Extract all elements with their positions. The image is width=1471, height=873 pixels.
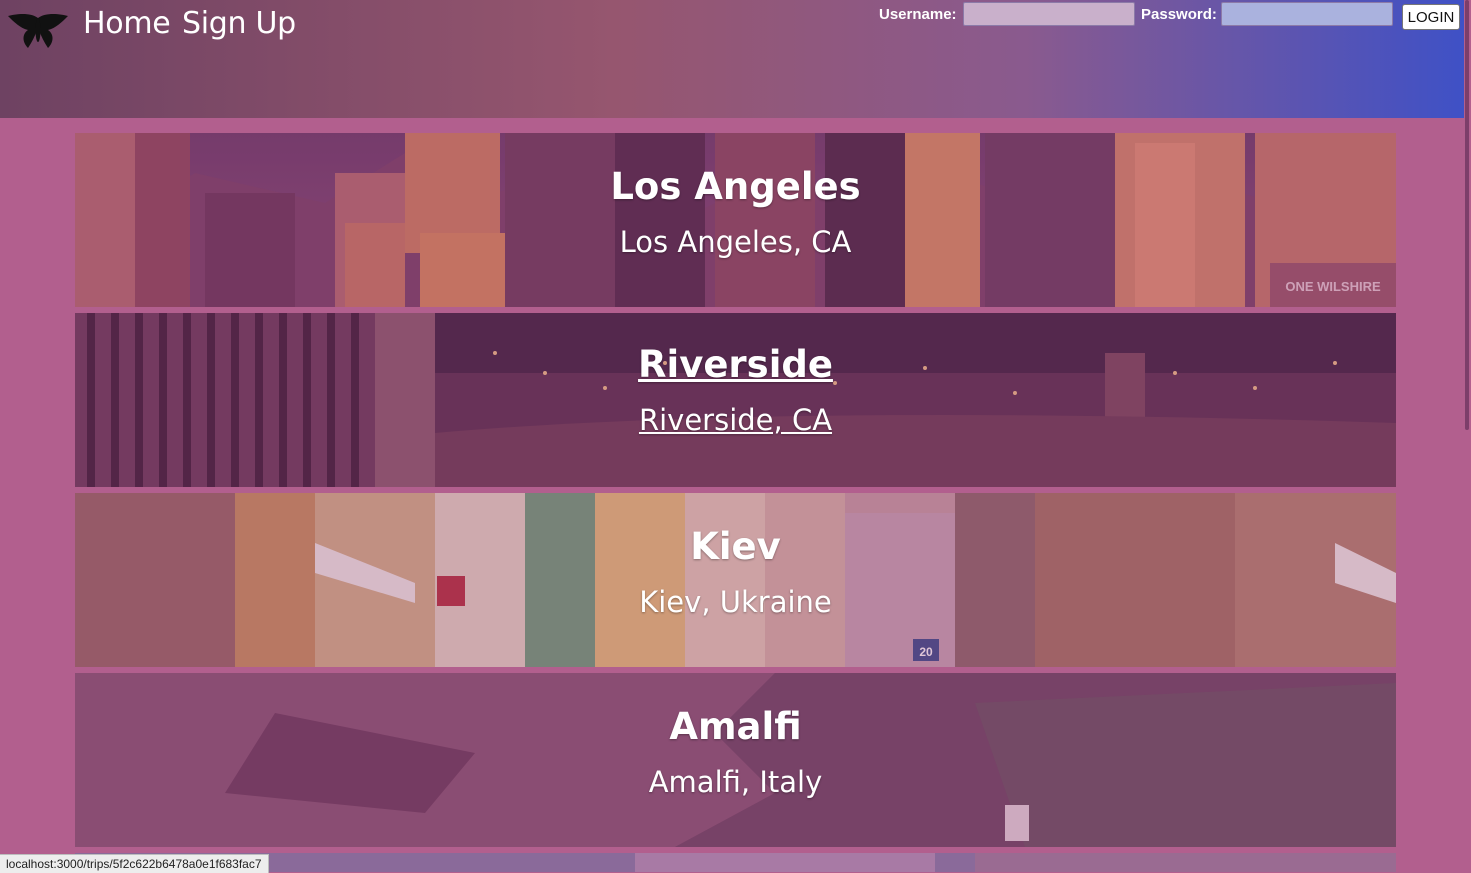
trip-title: Amalfi	[669, 705, 802, 748]
trip-card-kiev[interactable]: 20 Kiev Kiev, Ukraine	[75, 493, 1396, 667]
card-tint-overlay	[75, 313, 1396, 487]
trip-card-amalfi[interactable]: Amalfi Amalfi, Italy	[75, 673, 1396, 847]
nav-home-link[interactable]: Home	[83, 6, 171, 41]
trip-card-next-partial[interactable]	[75, 853, 1396, 872]
next-trip-image	[75, 853, 1396, 872]
trip-card-los-angeles[interactable]: ONE WILSHIRE Los Angeles Los Angeles, CA	[75, 133, 1396, 307]
username-label: Username:	[879, 6, 957, 23]
trip-location: Riverside, CA	[638, 403, 833, 437]
username-input[interactable]	[963, 2, 1135, 26]
trip-location: Los Angeles, CA	[619, 225, 852, 259]
card-tint-overlay	[75, 493, 1396, 667]
trip-title: Riverside	[638, 343, 833, 386]
card-tint-overlay	[75, 673, 1396, 847]
top-nav-bar: Home Sign Up Username: Password: LOGIN	[0, 0, 1464, 118]
login-button[interactable]: LOGIN	[1402, 4, 1460, 30]
browser-status-url: localhost:3000/trips/5f2c622b6478a0e1f68…	[0, 854, 269, 873]
password-input[interactable]	[1221, 2, 1393, 26]
card-tint-overlay	[75, 133, 1396, 307]
moth-logo-icon[interactable]	[8, 10, 68, 50]
scrollbar-thumb[interactable]	[1465, 0, 1469, 430]
trip-title: Los Angeles	[610, 165, 861, 208]
password-label: Password:	[1141, 6, 1217, 23]
trip-location: Amalfi, Italy	[648, 765, 823, 799]
trip-title: Kiev	[690, 525, 781, 568]
trip-card-riverside[interactable]: Riverside Riverside, CA	[75, 313, 1396, 487]
nav-signup-link[interactable]: Sign Up	[182, 6, 296, 41]
trip-location: Kiev, Ukraine	[639, 585, 832, 619]
